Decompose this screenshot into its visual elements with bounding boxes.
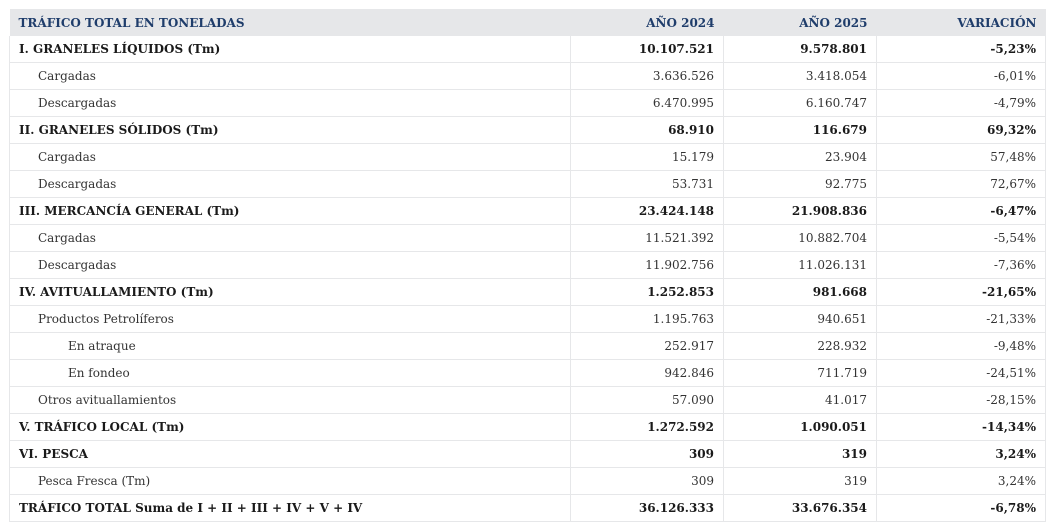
- row-value-2025: 3.418.054: [723, 62, 877, 90]
- row-value-2025: 21.908.836: [723, 197, 877, 225]
- row-concept: Cargadas: [9, 224, 571, 252]
- row-concept: II. GRANELES SÓLIDOS (Tm): [9, 116, 571, 144]
- row-value-2024: 53.731: [570, 170, 724, 198]
- table-row: Otros avituallamientos 57.090 41.017 -28,15…: [9, 386, 1046, 414]
- row-concept: Cargadas: [9, 143, 571, 171]
- row-value-2024: 15.179: [570, 143, 724, 171]
- table-row: Descargadas 53.731 92.775 72,67%: [9, 170, 1046, 198]
- row-variation: 57,48%: [876, 143, 1046, 171]
- row-variation: -6,01%: [876, 62, 1046, 90]
- row-value-2024: 942.846: [570, 359, 724, 387]
- row-variation: -6,78%: [876, 494, 1046, 522]
- row-value-2025: 9.578.801: [723, 36, 877, 63]
- row-value-2025: 319: [723, 440, 877, 468]
- row-variation: -21,65%: [876, 278, 1046, 306]
- row-value-2025: 11.026.131: [723, 251, 877, 279]
- row-variation: 3,24%: [876, 467, 1046, 495]
- row-value-2024: 68.910: [570, 116, 724, 144]
- row-concept: Descargadas: [9, 89, 571, 117]
- row-value-2025: 33.676.354: [723, 494, 877, 522]
- row-variation: -7,36%: [876, 251, 1046, 279]
- table-header: TRÁFICO TOTAL EN TONELADAS AÑO 2024 AÑO …: [9, 9, 1046, 36]
- table-row: Cargadas 3.636.526 3.418.054 -6,01%: [9, 62, 1046, 90]
- row-concept: V. TRÁFICO LOCAL (Tm): [9, 413, 571, 441]
- table-row: Descargadas 6.470.995 6.160.747 -4,79%: [9, 89, 1046, 117]
- row-value-2024: 11.521.392: [570, 224, 724, 252]
- table-row-section: TRÁFICO TOTAL Suma de I + II + III + IV …: [9, 494, 1046, 522]
- row-variation: 72,67%: [876, 170, 1046, 198]
- row-variation: 3,24%: [876, 440, 1046, 468]
- header-concept: TRÁFICO TOTAL EN TONELADAS: [9, 9, 571, 36]
- row-value-2024: 23.424.148: [570, 197, 724, 225]
- row-value-2024: 11.902.756: [570, 251, 724, 279]
- table-row: En atraque 252.917 228.932 -9,48%: [9, 332, 1046, 360]
- row-concept: I. GRANELES LÍQUIDOS (Tm): [9, 36, 571, 63]
- row-concept: VI. PESCA: [9, 440, 571, 468]
- table-row: Productos Petrolíferos 1.195.763 940.651 -2…: [9, 305, 1046, 333]
- row-variation: -9,48%: [876, 332, 1046, 360]
- table-row-section: VI. PESCA 309 319 3,24%: [9, 440, 1046, 468]
- table-row-section: II. GRANELES SÓLIDOS (Tm) 68.910 116.679 69…: [9, 116, 1046, 144]
- row-concept: III. MERCANCÍA GENERAL (Tm): [9, 197, 571, 225]
- row-variation: -5,54%: [876, 224, 1046, 252]
- row-value-2024: 3.636.526: [570, 62, 724, 90]
- row-variation: -24,51%: [876, 359, 1046, 387]
- header-variation: VARIACIÓN: [876, 9, 1046, 36]
- table-body: I. GRANELES LÍQUIDOS (Tm) 10.107.521 9.578…: [9, 36, 1046, 522]
- table-row: Descargadas 11.902.756 11.026.131 -7,36%: [9, 251, 1046, 279]
- table-row: Cargadas 11.521.392 10.882.704 -5,54%: [9, 224, 1046, 252]
- row-value-2025: 6.160.747: [723, 89, 877, 117]
- table-row: En fondeo 942.846 711.719 -24,51%: [9, 359, 1046, 387]
- header-year-2025: AÑO 2025: [723, 9, 877, 36]
- row-concept: En fondeo: [9, 359, 571, 387]
- row-value-2024: 309: [570, 440, 724, 468]
- table-row: Cargadas 15.179 23.904 57,48%: [9, 143, 1046, 171]
- table-row-section: V. TRÁFICO LOCAL (Tm) 1.272.592 1.090.051-…: [9, 413, 1046, 441]
- row-value-2025: 981.668: [723, 278, 877, 306]
- row-variation: -5,23%: [876, 36, 1046, 63]
- row-value-2024: 309: [570, 467, 724, 495]
- row-variation: 69,32%: [876, 116, 1046, 144]
- row-value-2025: 116.679: [723, 116, 877, 144]
- row-value-2024: 57.090: [570, 386, 724, 414]
- row-value-2025: 228.932: [723, 332, 877, 360]
- row-value-2024: 6.470.995: [570, 89, 724, 117]
- row-concept: IV. AVITUALLAMIENTO (Tm): [9, 278, 571, 306]
- row-variation: -28,15%: [876, 386, 1046, 414]
- row-concept: Descargadas: [9, 251, 571, 279]
- table-row-section: IV. AVITUALLAMIENTO (Tm) 1.252.853 981.668…: [9, 278, 1046, 306]
- traffic-table: TRÁFICO TOTAL EN TONELADAS AÑO 2024 AÑO …: [9, 9, 1046, 522]
- row-value-2024: 1.252.853: [570, 278, 724, 306]
- row-concept: Descargadas: [9, 170, 571, 198]
- row-variation: -4,79%: [876, 89, 1046, 117]
- row-value-2024: 1.272.592: [570, 413, 724, 441]
- row-concept: Otros avituallamientos: [9, 386, 571, 414]
- row-value-2025: 23.904: [723, 143, 877, 171]
- header-year-2024: AÑO 2024: [570, 9, 724, 36]
- row-value-2025: 41.017: [723, 386, 877, 414]
- row-value-2025: 940.651: [723, 305, 877, 333]
- row-value-2024: 252.917: [570, 332, 724, 360]
- header-row: TRÁFICO TOTAL EN TONELADAS AÑO 2024 AÑO …: [9, 9, 1046, 36]
- row-value-2025: 10.882.704: [723, 224, 877, 252]
- row-concept: Productos Petrolíferos: [9, 305, 571, 333]
- row-variation: -6,47%: [876, 197, 1046, 225]
- table-row-section: III. MERCANCÍA GENERAL (Tm) 23.424.148 21.…: [9, 197, 1046, 225]
- row-concept: TRÁFICO TOTAL Suma de I + II + III + IV …: [9, 494, 571, 522]
- traffic-table-container: TRÁFICO TOTAL EN TONELADAS AÑO 2024 AÑO …: [9, 9, 1046, 522]
- row-concept: En atraque: [9, 332, 571, 360]
- row-variation: -14,34%: [876, 413, 1046, 441]
- row-value-2025: 711.719: [723, 359, 877, 387]
- row-value-2024: 36.126.333: [570, 494, 724, 522]
- table-row: Pesca Fresca (Tm) 309 319 3,24%: [9, 467, 1046, 495]
- row-value-2025: 92.775: [723, 170, 877, 198]
- row-variation: -21,33%: [876, 305, 1046, 333]
- row-value-2025: 1.090.051: [723, 413, 877, 441]
- row-concept: Cargadas: [9, 62, 571, 90]
- row-value-2025: 319: [723, 467, 877, 495]
- table-row-section: I. GRANELES LÍQUIDOS (Tm) 10.107.521 9.578…: [9, 36, 1046, 63]
- row-concept: Pesca Fresca (Tm): [9, 467, 571, 495]
- row-value-2024: 1.195.763: [570, 305, 724, 333]
- row-value-2024: 10.107.521: [570, 36, 724, 63]
